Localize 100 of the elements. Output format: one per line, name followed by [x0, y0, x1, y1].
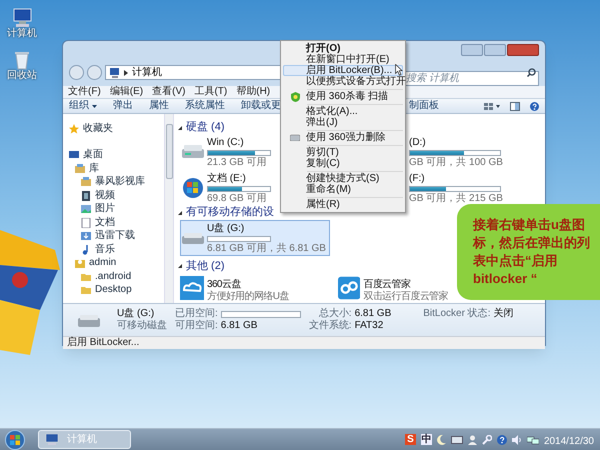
menu-item[interactable]: 剪切(T): [283, 147, 403, 158]
chevron-icon: [124, 70, 128, 76]
nav-item[interactable]: 迅雷下载: [95, 230, 135, 242]
collapse-arrow-icon: [178, 126, 182, 130]
nav-item[interactable]: 暴风影视库: [95, 176, 145, 188]
group-header[interactable]: 硬盘 (4): [186, 121, 224, 134]
drive-name: U盘 (G:): [117, 308, 156, 320]
search-icon: [527, 68, 536, 77]
scrollbar[interactable]: [164, 114, 174, 303]
toolbar-button[interactable]: 弹出: [113, 100, 133, 112]
nav-item[interactable]: 文档: [95, 216, 115, 229]
infinity-loop-icon: [338, 276, 360, 300]
menu-item[interactable]: 工具(T): [194, 86, 228, 98]
drive-tile[interactable]: (D:) GB 可用，共 100 GB: [408, 134, 545, 170]
back-button[interactable]: [69, 65, 84, 80]
drive-tile[interactable]: U盘 (G:) 6.81 GB 可用，共 6.81 GB: [180, 220, 330, 256]
toolbar-button[interactable]: 系统属性: [185, 100, 225, 112]
drive-tile[interactable]: (F:) GB 可用，共 215 GB: [408, 170, 545, 206]
callout-text: 接着右键单击u盘图标，然后在弹出的列表中点击“启用bitlocker “: [473, 216, 591, 288]
user-folder-icon: [75, 258, 85, 268]
keyboard-icon: [450, 436, 463, 444]
star-icon: [69, 124, 79, 134]
nav-item[interactable]: 图片: [95, 203, 115, 216]
app-name[interactable]: 360云盘: [207, 278, 241, 291]
nav-item[interactable]: 音乐: [95, 244, 115, 256]
group-header[interactable]: 有可移动存储的设: [186, 206, 274, 220]
address-segment[interactable]: 计算机: [132, 66, 162, 78]
menu-item[interactable]: 查看(V): [152, 86, 186, 98]
field-value: 6.81 GB: [354, 308, 392, 320]
drive-free-space: GB 可用，共 100 GB: [409, 157, 503, 170]
drive-name: U盘 (G:): [207, 222, 246, 235]
app-name[interactable]: 百度云管家: [363, 278, 410, 291]
menu-item[interactable]: 编辑(E): [110, 86, 144, 98]
computer-icon: [45, 434, 59, 446]
menu-item[interactable]: 在新窗口中打开(E): [283, 54, 403, 65]
field-label: 可用空间:: [175, 320, 218, 332]
menu-item[interactable]: 重命名(M): [283, 184, 403, 195]
preview-pane-icon: [510, 102, 520, 110]
toolbar-button[interactable]: 组织: [69, 100, 97, 112]
menu-item[interactable]: 弹出(J): [283, 117, 403, 128]
tray-icon[interactable]: S: [404, 434, 416, 445]
field-value: 关闭: [494, 308, 514, 320]
nav-item[interactable]: 桌面: [83, 149, 103, 162]
shield-icon: [290, 92, 300, 102]
forward-button[interactable]: [87, 65, 102, 80]
minimize-button[interactable]: [461, 44, 483, 56]
menu-item[interactable]: 使用 360强力删除: [283, 132, 403, 143]
menu-item[interactable]: 格式化(A)...: [283, 106, 403, 117]
network-icon: [526, 434, 539, 444]
group-header[interactable]: 其他 (2): [186, 260, 224, 273]
help-icon: [530, 102, 539, 110]
scrollbar-thumb[interactable]: [166, 124, 172, 179]
drive-name: (F:): [409, 173, 426, 186]
tray-icon[interactable]: 中: [420, 434, 432, 445]
menu-item[interactable]: 打开(O): [283, 43, 403, 54]
app-description: 双击运行百度云管家: [363, 290, 448, 303]
field-label: 总大小:: [318, 308, 352, 320]
speaker-icon: [512, 434, 522, 444]
field-label: BitLocker 状态:: [423, 308, 491, 320]
menu-item[interactable]: 启用 BitLocker(B)...: [283, 65, 403, 76]
menu-item[interactable]: 创建快捷方式(S): [283, 173, 403, 184]
mouse-cursor-icon: [395, 64, 403, 76]
status-text: 启用 BitLocker...: [67, 337, 140, 349]
nav-item[interactable]: 视频: [95, 190, 115, 202]
toolbar-button[interactable]: 卸载或更: [241, 100, 281, 112]
menu-item[interactable]: 复制(C): [283, 158, 403, 169]
nav-item[interactable]: 库: [89, 162, 99, 175]
field-value: FAT32: [354, 320, 384, 332]
desktop-icon: [69, 150, 79, 160]
video-icon: [81, 190, 91, 201]
drive-tile[interactable]: Win (C:) 21.3 GB 可用: [180, 134, 280, 170]
download-icon: [81, 231, 91, 242]
nav-item[interactable]: admin: [89, 257, 116, 270]
wrench-icon: [482, 434, 492, 444]
nav-item[interactable]: .android: [95, 270, 132, 283]
drive-name: 文档 (E:): [207, 173, 247, 186]
field-label: 已用空间:: [175, 308, 218, 320]
start-button-icon: [5, 430, 25, 450]
collapse-arrow-icon: [178, 264, 182, 268]
drive-tile[interactable]: 文档 (E:) 69.8 GB 可用: [180, 170, 280, 206]
drive-free-space: 6.81 GB 可用，共 6.81 GB: [207, 242, 326, 255]
maximize-button[interactable]: [484, 44, 506, 56]
nav-item[interactable]: 收藏夹: [83, 122, 113, 135]
nav-item[interactable]: Desktop: [95, 284, 132, 296]
toolbar-button[interactable]: 制面板: [409, 100, 439, 112]
folder-icon: [81, 272, 91, 282]
cloud-icon: [180, 276, 204, 300]
library-icon: [81, 177, 91, 188]
menu-item[interactable]: 文件(F): [68, 86, 101, 98]
recycle-bin-icon: [14, 50, 30, 70]
menu-item[interactable]: 使用 360杀毒 扫描: [283, 91, 403, 102]
menu-item[interactable]: 属性(R): [283, 199, 403, 210]
close-button[interactable]: [507, 44, 539, 56]
toolbar-button[interactable]: 属性: [149, 100, 169, 112]
computer-icon: [109, 68, 120, 78]
drive-name: Win (C:): [207, 137, 245, 150]
view-options-icon: [484, 102, 500, 110]
menu-item[interactable]: 帮助(H): [236, 86, 270, 98]
moon-icon: [436, 434, 446, 444]
picture-icon: [81, 204, 91, 214]
